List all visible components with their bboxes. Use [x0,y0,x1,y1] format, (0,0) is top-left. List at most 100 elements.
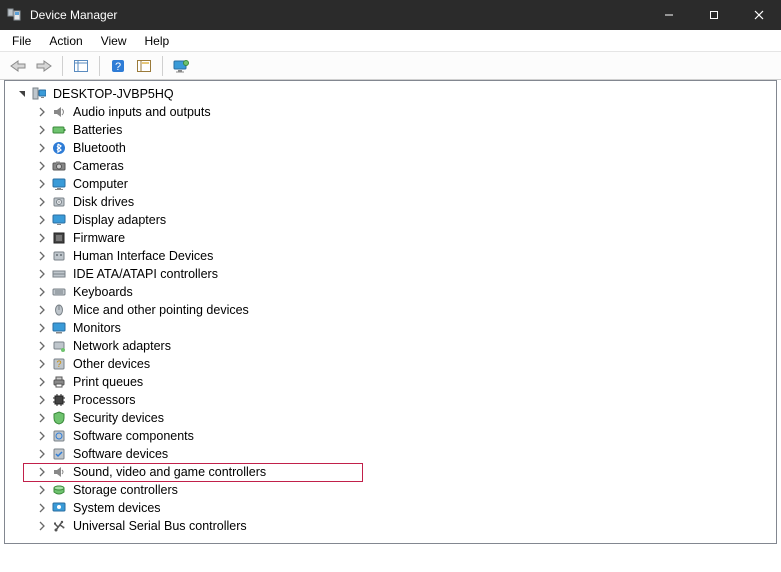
tree-category-label: Software devices [71,445,170,463]
menubar: File Action View Help [0,30,781,52]
chevron-right-icon[interactable] [35,285,49,299]
toolbar-forward-button[interactable] [32,55,56,77]
network-icon [51,338,67,354]
chevron-right-icon[interactable] [35,339,49,353]
menu-action[interactable]: Action [41,32,90,50]
close-button[interactable] [736,0,781,30]
tree-category-node[interactable]: Batteries [11,121,776,139]
menu-file[interactable]: File [4,32,39,50]
chevron-right-icon[interactable] [35,249,49,263]
toolbar-separator [99,56,100,76]
tree-category-node[interactable]: Universal Serial Bus controllers [11,517,776,535]
tree-category-node[interactable]: IDE ATA/ATAPI controllers [11,265,776,283]
tree-category-label: Mice and other pointing devices [71,301,251,319]
toolbar-properties-button[interactable] [132,55,156,77]
menu-help[interactable]: Help [137,32,178,50]
battery-icon [51,122,67,138]
toolbar-help-button[interactable]: ? [106,55,130,77]
maximize-button[interactable] [691,0,736,30]
ide-icon [51,266,67,282]
status-area [4,548,777,568]
tree-category-node[interactable]: Mice and other pointing devices [11,301,776,319]
firmware-icon [51,230,67,246]
cpu-icon [51,392,67,408]
tree-category-label: Universal Serial Bus controllers [71,517,249,535]
chevron-right-icon[interactable] [35,375,49,389]
tree-category-node[interactable]: Cameras [11,157,776,175]
tree-category-node[interactable]: Monitors [11,319,776,337]
svg-text:?: ? [115,61,121,73]
tree-category-node[interactable]: Print queues [11,373,776,391]
chevron-right-icon[interactable] [35,177,49,191]
tree-category-label: Batteries [71,121,124,139]
chevron-right-icon[interactable] [35,159,49,173]
menu-view[interactable]: View [93,32,135,50]
tree-category-label: Audio inputs and outputs [71,103,213,121]
chevron-down-icon[interactable] [15,87,29,101]
chevron-right-icon[interactable] [35,429,49,443]
tree-category-node[interactable]: Keyboards [11,283,776,301]
toolbar: ? [0,52,781,80]
tree-category-node[interactable]: Security devices [11,409,776,427]
chevron-right-icon[interactable] [35,447,49,461]
tree-category-label: Other devices [71,355,152,373]
other-icon [51,356,67,372]
chevron-right-icon[interactable] [35,465,49,479]
tree-category-node[interactable]: Network adapters [11,337,776,355]
chevron-right-icon[interactable] [35,321,49,335]
minimize-button[interactable] [646,0,691,30]
toolbar-back-button[interactable] [6,55,30,77]
tree-category-node[interactable]: Disk drives [11,193,776,211]
tree-category-node[interactable]: Sound, video and game controllers [11,463,776,481]
tree-category-label: Human Interface Devices [71,247,215,265]
toolbar-separator [162,56,163,76]
tree-category-label: Disk drives [71,193,136,211]
chevron-right-icon[interactable] [35,357,49,371]
tree-category-label: Storage controllers [71,481,180,499]
tree-category-label: Network adapters [71,337,173,355]
tree-category-node[interactable]: Display adapters [11,211,776,229]
toolbar-show-hidden-button[interactable] [69,55,93,77]
tree-category-label: Monitors [71,319,123,337]
tree-category-node[interactable]: Software devices [11,445,776,463]
swdev-icon [51,446,67,462]
chevron-right-icon[interactable] [35,411,49,425]
tree-category-node[interactable]: Bluetooth [11,139,776,157]
tree-category-label: System devices [71,499,163,517]
tree-category-node[interactable]: Other devices [11,355,776,373]
bluetooth-icon [51,140,67,156]
tree-category-node[interactable]: Computer [11,175,776,193]
tree-category-node[interactable]: Firmware [11,229,776,247]
toolbar-scan-button[interactable] [169,55,193,77]
chevron-right-icon[interactable] [35,105,49,119]
tree-category-label: Sound, video and game controllers [71,463,268,481]
camera-icon [51,158,67,174]
chevron-right-icon[interactable] [35,501,49,515]
tree-category-node[interactable]: Processors [11,391,776,409]
tree-category-node[interactable]: Storage controllers [11,481,776,499]
device-manager-app-icon [0,7,28,23]
chevron-right-icon[interactable] [35,123,49,137]
device-tree-panel[interactable]: DESKTOP-JVBP5HQAudio inputs and outputsB… [4,80,777,544]
system-icon [51,500,67,516]
chevron-right-icon[interactable] [35,213,49,227]
tree-category-node[interactable]: Audio inputs and outputs [11,103,776,121]
monitor-icon [51,320,67,336]
chevron-right-icon[interactable] [35,267,49,281]
chevron-right-icon[interactable] [35,231,49,245]
chevron-right-icon[interactable] [35,303,49,317]
chevron-right-icon[interactable] [35,195,49,209]
chevron-right-icon[interactable] [35,519,49,533]
tree-category-label: Processors [71,391,138,409]
tree-category-node[interactable]: System devices [11,499,776,517]
tree-category-node[interactable]: Human Interface Devices [11,247,776,265]
tree-category-label: Display adapters [71,211,168,229]
chevron-right-icon[interactable] [35,393,49,407]
tree-category-label: Software components [71,427,196,445]
device-tree: DESKTOP-JVBP5HQAudio inputs and outputsB… [5,81,776,541]
tree-root-node[interactable]: DESKTOP-JVBP5HQ [11,85,776,103]
usb-icon [51,518,67,534]
tree-category-node[interactable]: Software components [11,427,776,445]
chevron-right-icon[interactable] [35,141,49,155]
chevron-right-icon[interactable] [35,483,49,497]
